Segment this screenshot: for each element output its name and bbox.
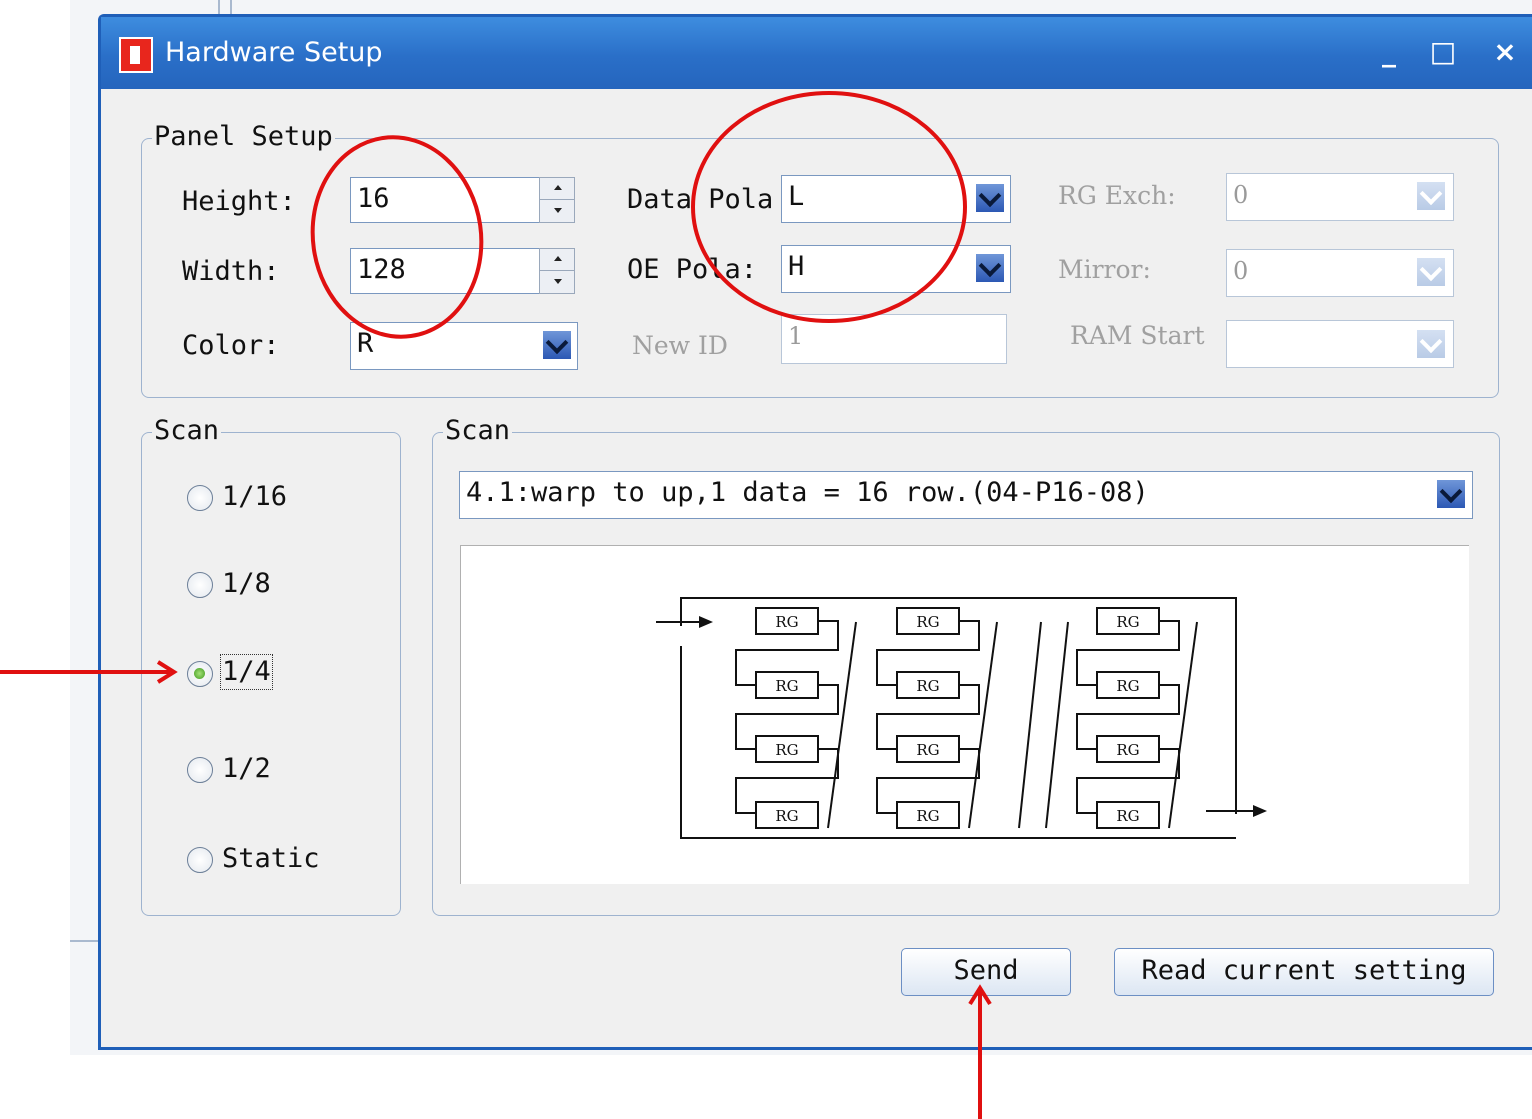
chevron-down-icon[interactable] [1416, 181, 1446, 211]
rg-module-label: RG [916, 677, 939, 695]
width-spinner[interactable] [539, 248, 575, 294]
width-label: Width: [182, 256, 280, 287]
diagonal-wire [968, 621, 998, 829]
radio-label-1-4[interactable]: 1/4 [220, 654, 273, 690]
rg-module-label: RG [916, 741, 939, 759]
scan-mode-legend: Scan [443, 415, 513, 446]
maximize-button[interactable]: □ [1423, 35, 1463, 68]
radio-label-1-2[interactable]: 1/2 [222, 753, 271, 785]
scan-options-legend: Scan [152, 415, 222, 446]
rg-module-label: RG [1116, 613, 1139, 631]
rg-module-label: RG [1116, 807, 1139, 825]
background-divider [218, 0, 220, 14]
title-bar[interactable]: Hardware Setup _ □ × [101, 17, 1532, 89]
ram-start-label: RAM Start [1070, 321, 1205, 350]
background-divider [70, 940, 100, 942]
scan-wiring-diagram: RG RG RG RG RG RG RG RG RG RG RG RG [656, 597, 1267, 839]
height-label: Height: [182, 186, 296, 217]
rg-module-label: RG [775, 677, 798, 695]
spin-up-icon[interactable] [540, 249, 574, 271]
gap-wire [1045, 621, 1069, 829]
send-button[interactable]: Send [901, 948, 1071, 996]
radio-label-1-8[interactable]: 1/8 [222, 568, 271, 600]
app-icon [119, 37, 153, 73]
minimize-button[interactable]: _ [1369, 35, 1409, 68]
radio-label-static[interactable]: Static [222, 843, 320, 875]
chevron-down-icon[interactable] [1416, 329, 1446, 359]
rg-module-label: RG [1116, 741, 1139, 759]
diagonal-wire [1168, 621, 1198, 829]
chevron-down-icon[interactable] [975, 183, 1005, 213]
data-pola-label: Data Pola [627, 184, 774, 215]
rg-module-label: RG [775, 741, 798, 759]
rg-module-label: RG [1116, 677, 1139, 695]
rg-module-label: RG [916, 613, 939, 631]
height-input[interactable]: 16 [350, 177, 540, 223]
rg-module-label: RG [916, 807, 939, 825]
rg-module-label: RG [775, 807, 798, 825]
radio-1-2[interactable] [187, 757, 213, 783]
radio-1-8[interactable] [187, 572, 213, 598]
radio-label-1-16[interactable]: 1/16 [222, 481, 287, 513]
scan-diagram: RG RG RG RG RG RG RG RG RG RG RG RG [460, 545, 1469, 884]
radio-static[interactable] [187, 847, 213, 873]
radio-1-4[interactable] [187, 661, 213, 687]
rg-exch-label: RG Exch: [1058, 181, 1176, 210]
radio-1-16[interactable] [187, 485, 213, 511]
new-id-label: New ID [632, 331, 728, 360]
rg-module-label: RG [775, 613, 798, 631]
window-title: Hardware Setup [165, 37, 383, 68]
chevron-down-icon[interactable] [975, 253, 1005, 283]
new-id-input[interactable]: 1 [781, 314, 1007, 364]
height-spinner[interactable] [539, 177, 575, 223]
panel-setup-legend: Panel Setup [152, 121, 335, 152]
color-label: Color: [182, 330, 280, 361]
scan-mode-select[interactable]: 4.1:warp to up,1 data = 16 row.(04-P16-0… [459, 471, 1473, 519]
chevron-down-icon[interactable] [542, 330, 572, 360]
gap-wire [1018, 621, 1042, 829]
width-input[interactable]: 128 [350, 248, 540, 294]
mirror-label: Mirror: [1058, 255, 1151, 284]
background-divider [230, 0, 232, 14]
spin-down-icon[interactable] [540, 271, 574, 293]
diagonal-wire [827, 621, 857, 829]
read-current-setting-button[interactable]: Read current setting [1114, 948, 1494, 996]
spin-up-icon[interactable] [540, 178, 574, 200]
oe-pola-label: OE Pola: [627, 254, 758, 285]
chevron-down-icon[interactable] [1436, 479, 1466, 509]
close-button[interactable]: × [1485, 35, 1525, 68]
spin-down-icon[interactable] [540, 200, 574, 222]
chevron-down-icon[interactable] [1416, 257, 1446, 287]
